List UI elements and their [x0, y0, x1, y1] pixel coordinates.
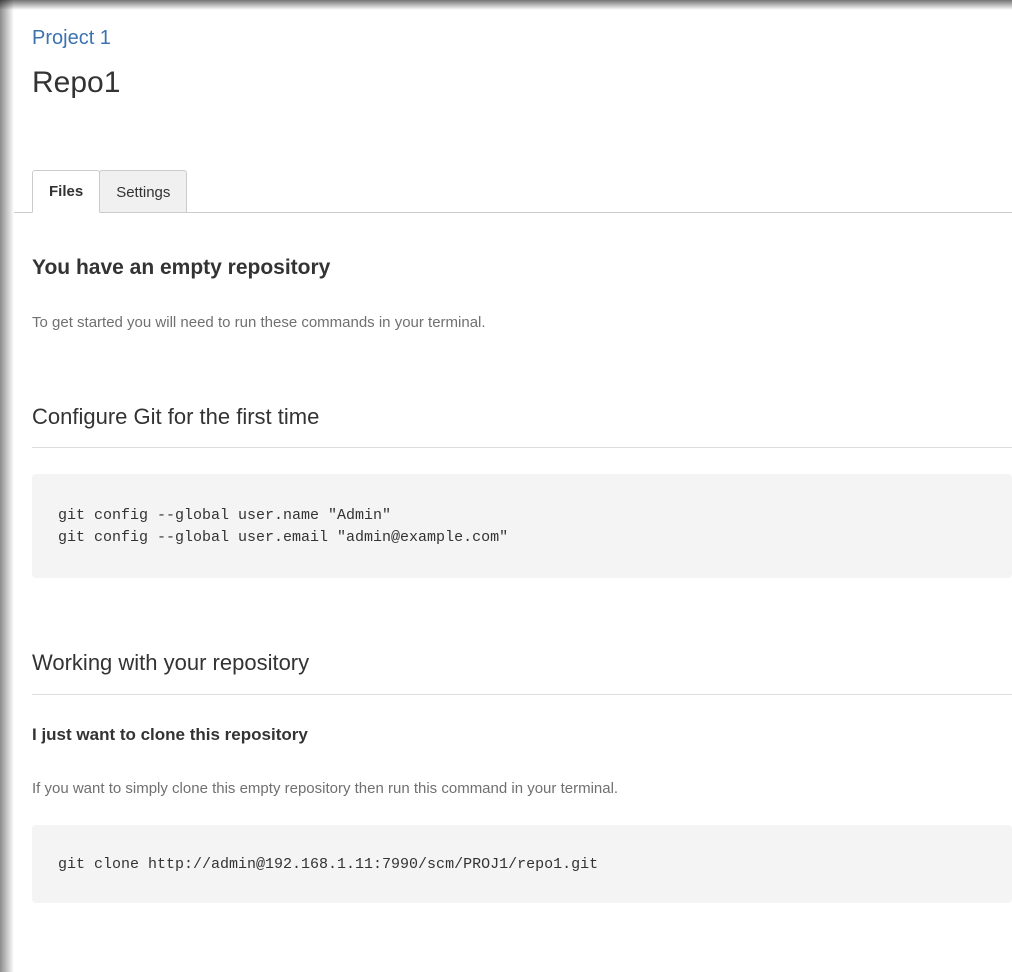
page-title: Repo1 — [32, 66, 121, 99]
code-line: git config --global user.email "admin@ex… — [58, 529, 509, 546]
code-line: git clone http://admin@192.168.1.11:7990… — [58, 856, 599, 873]
project-breadcrumb-link[interactable]: Project 1 — [32, 27, 111, 50]
tabs-divider — [14, 212, 1012, 213]
tab-settings[interactable]: Settings — [99, 170, 188, 213]
repository-page: Project 1 Repo1 Files Settings You have … — [14, 10, 1012, 972]
clone-intro: If you want to simply clone this empty r… — [32, 780, 619, 797]
repo-tabs: Files Settings — [32, 170, 188, 213]
window-shadow-top — [0, 0, 1012, 10]
clone-code-block[interactable]: git clone http://admin@192.168.1.11:7990… — [32, 825, 1012, 903]
configure-git-code-block[interactable]: git config --global user.name "Admin" git… — [32, 474, 1012, 578]
clone-subheading: I just want to clone this repository — [32, 725, 308, 744]
empty-repo-intro: To get started you will need to run thes… — [32, 314, 486, 331]
tab-files[interactable]: Files — [32, 170, 101, 213]
section-divider — [32, 447, 1012, 448]
working-with-repo-heading: Working with your repository — [32, 650, 310, 675]
configure-git-heading: Configure Git for the first time — [32, 404, 320, 429]
code-line: git config --global user.name "Admin" — [58, 507, 392, 524]
section-divider — [32, 694, 1012, 695]
window-shadow-left — [0, 0, 14, 972]
empty-repo-heading: You have an empty repository — [32, 256, 331, 279]
